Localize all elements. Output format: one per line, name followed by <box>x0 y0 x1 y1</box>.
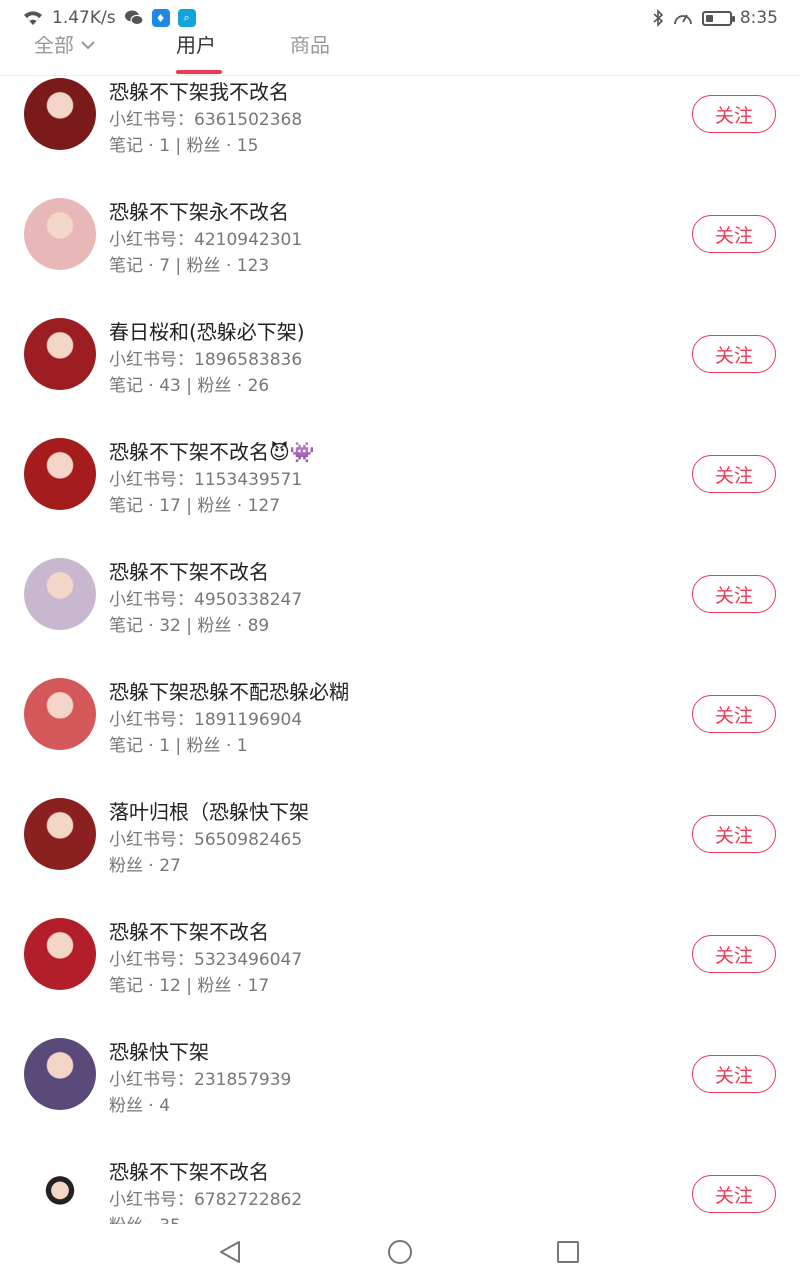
user-stats: 笔记 · 1 | 粉丝 · 1 <box>109 736 248 756</box>
back-icon[interactable] <box>216 1238 244 1266</box>
user-stats: 笔记 · 12 | 粉丝 · 17 <box>109 976 270 996</box>
user-avatar[interactable] <box>24 918 96 990</box>
user-name[interactable]: 落叶归根（恐躲快下架 <box>109 796 309 825</box>
user-avatar[interactable] <box>24 1038 96 1110</box>
user-stats: 粉丝 · 4 <box>109 1096 171 1116</box>
user-red-id: 小红书号：4210942301 <box>109 230 303 250</box>
user-list: 恐躲不下架我不改名小红书号：6361502368 笔记 · 1 | 粉丝 · 15… <box>0 76 800 1224</box>
user-row[interactable]: 恐躲不下架永不改名小红书号：4210942301 笔记 · 7 | 粉丝 · 12… <box>0 196 800 316</box>
battery-level <box>705 14 713 22</box>
follow-button[interactable]: 关注 <box>692 95 776 133</box>
user-row[interactable]: 落叶归根（恐躲快下架小红书号：5650982465 粉丝 · 27 关注 <box>0 796 800 916</box>
user-row[interactable]: 恐躲不下架我不改名小红书号：6361502368 笔记 · 1 | 粉丝 · 15… <box>0 76 800 196</box>
system-nav-bar <box>0 1224 800 1280</box>
user-red-id: 小红书号：4950338247 <box>109 590 303 610</box>
user-avatar[interactable] <box>24 558 96 630</box>
follow-button[interactable]: 关注 <box>692 575 776 613</box>
user-stats: 笔记 · 17 | 粉丝 · 127 <box>109 496 281 516</box>
follow-button[interactable]: 关注 <box>692 815 776 853</box>
user-stats: 笔记 · 43 | 粉丝 · 26 <box>109 376 270 396</box>
user-avatar[interactable] <box>24 438 96 510</box>
user-row[interactable]: 恐躲不下架不改名小红书号：6782722862粉丝 · 35 关注 <box>0 1156 800 1224</box>
user-row[interactable]: 春日桜和(恐躲必下架) 小红书号：1896583836 笔记 · 43 | 粉丝 ·… <box>0 316 800 436</box>
status-left: 1.47K/s ♦ ⌕ <box>22 8 196 28</box>
app-notification-icon: ♦ <box>151 9 170 27</box>
user-red-id: 小红书号：6361502368 <box>109 110 303 130</box>
user-row[interactable]: 恐躲快下架小红书号：231857939 粉丝 · 4 关注 <box>0 1036 800 1156</box>
battery-icon <box>701 10 735 26</box>
user-avatar[interactable] <box>24 678 96 750</box>
search-app-icon: ⌕ <box>177 9 196 27</box>
user-name[interactable]: 恐躲下架恐躲不配恐躲必糊 <box>109 676 349 705</box>
user-name[interactable]: 恐躲不下架不改名 <box>109 556 269 585</box>
user-row[interactable]: 恐躲下架恐躲不配恐躲必糊小红书号：1891196904 笔记 · 1 | 粉丝 ·… <box>0 676 800 796</box>
recents-icon[interactable] <box>554 1238 582 1266</box>
speedometer-icon <box>672 9 694 27</box>
user-name[interactable]: 恐躲快下架 <box>109 1036 209 1065</box>
user-stats: 粉丝 · 35 <box>109 1211 181 1224</box>
bluetooth-icon <box>652 9 664 27</box>
user-name[interactable]: 恐躲不下架永不改名 <box>109 196 289 225</box>
follow-button[interactable]: 关注 <box>692 335 776 373</box>
wifi-icon <box>22 9 44 27</box>
user-row[interactable]: 恐躲不下架不改名小红书号：5323496047 笔记 · 12 | 粉丝 · 17… <box>0 916 800 1036</box>
follow-button[interactable]: 关注 <box>692 1175 776 1213</box>
active-tab-indicator <box>176 70 222 74</box>
user-red-id: 小红书号：231857939 <box>109 1070 292 1090</box>
user-avatar[interactable] <box>24 318 96 390</box>
user-name[interactable]: 恐躲不下架不改名 <box>109 916 269 945</box>
user-avatar[interactable] <box>24 198 96 270</box>
user-stats: 笔记 · 7 | 粉丝 · 123 <box>109 256 270 276</box>
home-icon[interactable] <box>386 1238 414 1266</box>
status-right: 8:35 <box>652 8 778 28</box>
user-name[interactable]: 恐躲不下架不改名 <box>109 1156 269 1185</box>
follow-button[interactable]: 关注 <box>692 455 776 493</box>
follow-button[interactable]: 关注 <box>692 215 776 253</box>
net-speed-text: 1.47K/s <box>52 8 116 28</box>
user-stats: 笔记 · 32 | 粉丝 · 89 <box>109 616 270 636</box>
user-red-id: 小红书号：6782722862 <box>109 1190 303 1210</box>
user-avatar[interactable] <box>24 798 96 870</box>
wechat-icon <box>124 9 144 27</box>
user-row[interactable]: 恐躲不下架不改名小红书号：4950338247 笔记 · 32 | 粉丝 · 89… <box>0 556 800 676</box>
clock-text: 8:35 <box>739 8 778 28</box>
user-red-id: 小红书号：1891196904 <box>109 710 303 730</box>
user-red-id: 小红书号：5650982465 <box>109 830 303 850</box>
user-red-id: 小红书号：5323496047 <box>109 950 303 970</box>
follow-button[interactable]: 关注 <box>692 1055 776 1093</box>
user-red-id: 小红书号：1153439571 <box>109 470 303 490</box>
user-stats: 粉丝 · 27 <box>109 856 181 876</box>
user-name[interactable]: 恐躲不下架我不改名 <box>109 76 289 105</box>
follow-button[interactable]: 关注 <box>692 695 776 733</box>
follow-button[interactable]: 关注 <box>692 935 776 973</box>
user-name[interactable]: 春日桜和(恐躲必下架) <box>109 316 305 345</box>
status-bar: 1.47K/s ♦ ⌕ 8:35 <box>0 0 800 36</box>
user-red-id: 小红书号：1896583836 <box>109 350 303 370</box>
user-avatar[interactable] <box>24 1158 96 1224</box>
user-name[interactable]: 恐躲不下架不改名😈👾 <box>109 436 315 465</box>
user-row[interactable]: 恐躲不下架不改名😈👾 小红书号：1153439571 笔记 · 17 | 粉丝 · … <box>0 436 800 556</box>
user-stats: 笔记 · 1 | 粉丝 · 15 <box>109 136 259 156</box>
user-avatar[interactable] <box>24 78 96 150</box>
